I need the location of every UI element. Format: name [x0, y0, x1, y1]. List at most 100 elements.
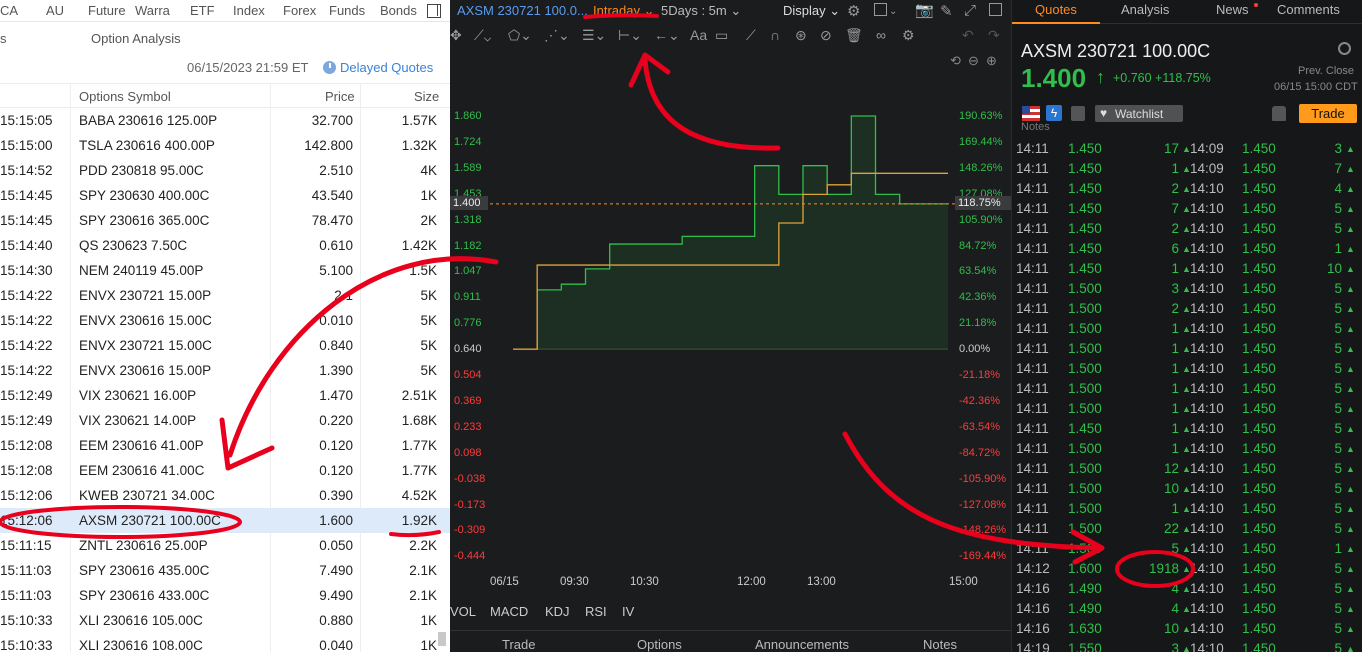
watchlist-button[interactable]: ♥ Watchlist — [1095, 105, 1183, 122]
price-chart[interactable] — [450, 0, 1011, 652]
tab-analysis[interactable]: Analysis — [1121, 2, 1169, 17]
tab-warrants[interactable]: Warra — [135, 3, 170, 18]
table-row[interactable]: 15:12:49 VIX 230621 14.00P 0.220 1.68K — [0, 408, 450, 433]
lightning-icon[interactable]: ϟ — [1046, 105, 1062, 121]
tab-funds[interactable]: Funds — [329, 3, 365, 18]
percent-tick-label: -21.18% — [959, 369, 1000, 381]
up-tick-icon: ▲ — [1346, 264, 1355, 274]
tab-future[interactable]: Future — [88, 3, 126, 18]
tab-au[interactable]: AU — [46, 3, 64, 18]
table-row[interactable]: 15:15:00 TSLA 230616 400.00P 142.800 1.32K — [0, 133, 450, 158]
table-row[interactable]: 15:12:06 AXSM 230721 100.00C 1.600 1.92K — [0, 508, 450, 533]
percent-tick-label: -148.26% — [959, 524, 1007, 537]
percent-tick-label: 63.54% — [959, 265, 997, 278]
table-row[interactable]: 15:10:33 XLI 230616 105.00C 0.880 1K — [0, 608, 450, 633]
tab-notes[interactable]: Notes — [923, 637, 957, 652]
tick-volume: 12 — [1163, 461, 1179, 476]
tab-trade[interactable]: Trade — [502, 637, 535, 652]
delayed-quotes-link[interactable]: Delayed Quotes — [340, 60, 433, 75]
option-symbol[interactable]: ENVX 230616 15.00C — [79, 313, 212, 328]
option-symbol[interactable]: PDD 230818 95.00C — [79, 163, 204, 178]
panel-toggle-icon[interactable] — [427, 4, 441, 18]
table-row[interactable]: 15:14:22 ENVX 230721 15.00C 0.840 5K — [0, 333, 450, 358]
tab-news[interactable]: News — [1216, 2, 1249, 17]
table-row[interactable]: 15:11:15 ZNTL 230616 25.00P 0.050 2.2K — [0, 533, 450, 558]
table-row[interactable]: 15:14:22 ENVX 230721 15.00P 2.1 5K — [0, 283, 450, 308]
indicator-kdj[interactable]: KDJ — [545, 604, 570, 619]
col-price[interactable]: Price — [325, 89, 355, 104]
option-symbol[interactable]: XLI 230616 105.00C — [79, 613, 203, 628]
tab-bonds[interactable]: Bonds — [380, 3, 417, 18]
tick-row: 14:16 1.490 4 ▲ 14:10 1.450 5 ▲ — [1012, 599, 1362, 619]
scrollbar-thumb[interactable] — [438, 632, 446, 646]
tick-price: 1.450 — [1068, 241, 1102, 256]
trade-size: 2.51K — [401, 388, 437, 403]
indicator-macd[interactable]: MACD — [490, 604, 528, 619]
tab-ca[interactable]: CA — [0, 3, 18, 18]
tick-price: 1.500 — [1068, 401, 1102, 416]
table-row[interactable]: 15:12:08 EEM 230616 41.00C 0.120 1.77K — [0, 458, 450, 483]
option-symbol[interactable]: NEM 240119 45.00P — [79, 263, 203, 278]
tab-forex[interactable]: Forex — [283, 3, 316, 18]
up-tick-icon: ▲ — [1346, 464, 1355, 474]
option-symbol[interactable]: SPY 230630 400.00C — [79, 188, 209, 203]
option-symbol[interactable]: ZNTL 230616 25.00P — [79, 538, 208, 553]
tick-volume: 1 — [1171, 341, 1179, 356]
price-tick-label: 1.047 — [454, 265, 482, 278]
table-row[interactable]: 15:12:49 VIX 230621 16.00P 1.470 2.51K — [0, 383, 450, 408]
tick-time: 14:11 — [1016, 501, 1049, 516]
table-row[interactable]: 15:14:40 QS 230623 7.50C 0.610 1.42K — [0, 233, 450, 258]
tab-quotes[interactable]: Quotes — [1035, 2, 1077, 17]
option-symbol[interactable]: ENVX 230721 15.00C — [79, 338, 212, 353]
indicator-vol[interactable]: VOL — [450, 604, 476, 619]
table-row[interactable]: 15:11:03 SPY 230616 435.00C 7.490 2.1K — [0, 558, 450, 583]
indicator-iv[interactable]: IV — [622, 604, 634, 619]
option-symbol[interactable]: AXSM 230721 100.00C — [79, 513, 221, 528]
indicator-rsi[interactable]: RSI — [585, 604, 607, 619]
option-symbol[interactable]: ENVX 230721 15.00P — [79, 288, 211, 303]
tab-etf[interactable]: ETF — [190, 3, 215, 18]
option-symbol[interactable]: TSLA 230616 400.00P — [79, 138, 215, 153]
option-symbol[interactable]: XLI 230616 108.00C — [79, 638, 203, 652]
prev-close-datetime: 06/15 15:00 CDT — [1274, 81, 1358, 93]
option-symbol[interactable]: SPY 230616 365.00C — [79, 213, 209, 228]
option-symbol[interactable]: EEM 230616 41.00P — [79, 438, 204, 453]
trade-price: 0.040 — [319, 638, 353, 652]
price-tick-label: -0.038 — [454, 472, 486, 485]
quote-settings-gear-icon[interactable] — [1338, 42, 1351, 55]
option-symbol[interactable]: SPY 230616 435.00C — [79, 563, 209, 578]
subtab-option-analysis[interactable]: Option Analysis — [91, 31, 181, 46]
tab-index[interactable]: Index — [233, 3, 265, 18]
option-symbol[interactable]: BABA 230616 125.00P — [79, 113, 217, 128]
option-symbol[interactable]: QS 230623 7.50C — [79, 238, 187, 253]
table-row[interactable]: 15:14:52 PDD 230818 95.00C 2.510 4K — [0, 158, 450, 183]
table-row[interactable]: 15:14:30 NEM 240119 45.00P 5.100 1.5K — [0, 258, 450, 283]
option-symbol[interactable]: VIX 230621 16.00P — [79, 388, 196, 403]
col-size[interactable]: Size — [414, 89, 439, 104]
tab-options[interactable]: Options — [637, 637, 682, 652]
tab-announcements[interactable]: Announcements — [755, 637, 849, 652]
table-row[interactable]: 15:14:45 SPY 230630 400.00C 43.540 1K — [0, 183, 450, 208]
trade-size: 4.52K — [401, 488, 437, 503]
trade-button[interactable]: Trade — [1299, 104, 1357, 123]
col-options-symbol[interactable]: Options Symbol — [79, 89, 171, 104]
option-symbol[interactable]: KWEB 230721 34.00C — [79, 488, 215, 503]
option-symbol[interactable]: VIX 230621 14.00P — [79, 413, 196, 428]
table-row[interactable]: 15:14:22 ENVX 230616 15.00P 1.390 5K — [0, 358, 450, 383]
tab-comments[interactable]: Comments — [1277, 2, 1340, 17]
subtab-options[interactable]: s — [0, 31, 7, 46]
table-row[interactable]: 15:12:08 EEM 230616 41.00P 0.120 1.77K — [0, 433, 450, 458]
table-row[interactable]: 15:12:06 KWEB 230721 34.00C 0.390 4.52K — [0, 483, 450, 508]
option-symbol[interactable]: SPY 230616 433.00C — [79, 588, 209, 603]
table-row[interactable]: 15:11:03 SPY 230616 433.00C 9.490 2.1K — [0, 583, 450, 608]
table-row[interactable]: 15:14:45 SPY 230616 365.00C 78.470 2K — [0, 208, 450, 233]
trade-time: 15:11:03 — [0, 588, 52, 603]
option-symbol[interactable]: ENVX 230616 15.00P — [79, 363, 211, 378]
table-row[interactable]: 15:14:22 ENVX 230616 15.00C 0.010 5K — [0, 308, 450, 333]
news-icon[interactable] — [1071, 106, 1085, 121]
alert-bell-icon[interactable] — [1272, 106, 1286, 121]
trade-price: 142.800 — [304, 138, 353, 153]
option-symbol[interactable]: EEM 230616 41.00C — [79, 463, 204, 478]
table-row[interactable]: 15:15:05 BABA 230616 125.00P 32.700 1.57K — [0, 108, 450, 133]
table-row[interactable]: 15:10:33 XLI 230616 108.00C 0.040 1K — [0, 633, 450, 652]
